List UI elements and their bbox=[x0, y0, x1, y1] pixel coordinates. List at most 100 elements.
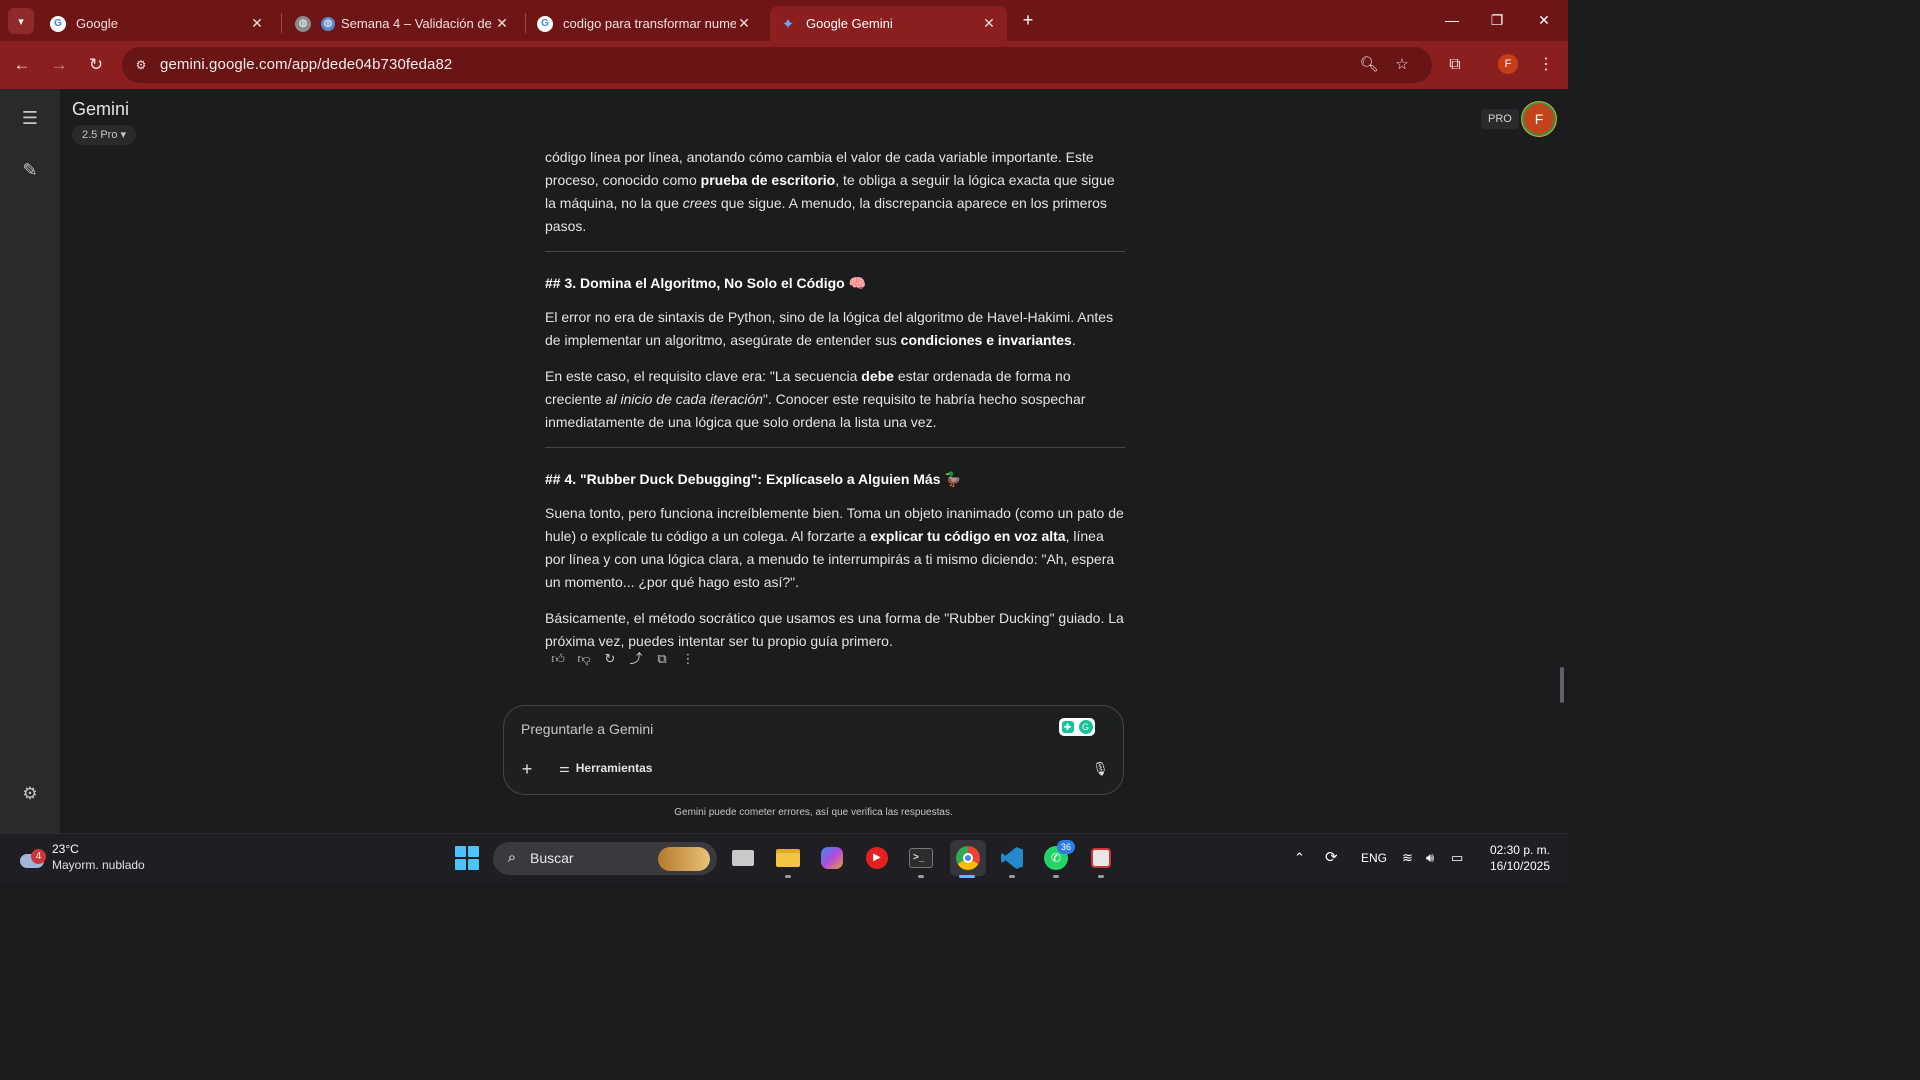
tab-search-button[interactable]: ▾ bbox=[8, 8, 34, 34]
tab-codigo[interactable]: G codigo para transformar numer ✕ bbox=[527, 6, 762, 41]
windows-start-icon[interactable] bbox=[455, 846, 479, 870]
new-tab-button[interactable]: + bbox=[1017, 9, 1039, 31]
avatar[interactable]: F bbox=[1524, 104, 1554, 134]
vscode-icon[interactable] bbox=[997, 843, 1027, 873]
weather-widget[interactable]: 4 bbox=[18, 844, 46, 870]
weather-temperature: 23°C bbox=[52, 842, 79, 856]
settings-icon[interactable]: ⚙ bbox=[17, 781, 43, 807]
close-icon[interactable]: ✕ bbox=[494, 15, 510, 32]
clock[interactable]: 02:30 p. m. 16/10/2025 bbox=[1470, 842, 1550, 874]
bold-text: prueba de escritorio bbox=[700, 172, 836, 188]
copilot-icon[interactable] bbox=[817, 843, 847, 873]
back-button[interactable]: ← bbox=[10, 53, 34, 77]
divider bbox=[545, 251, 1125, 252]
more-options-icon[interactable]: ⋮ bbox=[675, 650, 701, 668]
thumbs-down-icon[interactable]: 👎︎ bbox=[571, 650, 597, 668]
browser-menu-icon[interactable]: ⋮ bbox=[1534, 53, 1558, 77]
youtube-music-icon[interactable]: ▶ bbox=[862, 843, 892, 873]
prompt-composer[interactable]: Preguntarle a Gemini ✚ G + ⚌ Herramienta… bbox=[503, 705, 1124, 795]
grammarly-assist-icon: ✚ bbox=[1061, 721, 1074, 733]
running-indicator bbox=[1009, 875, 1015, 878]
battery-icon[interactable]: ▭ bbox=[1451, 850, 1463, 866]
close-icon[interactable]: ✕ bbox=[981, 15, 997, 32]
chevron-down-icon: ▾ bbox=[120, 129, 127, 141]
running-indicator bbox=[785, 875, 791, 878]
extensions-icon[interactable]: ⧉ bbox=[1443, 53, 1467, 77]
task-view-icon[interactable] bbox=[728, 843, 758, 873]
url-text[interactable]: gemini.google.com/app/dede04b730feda82 bbox=[160, 56, 452, 73]
chevron-up-icon[interactable]: ⌃ bbox=[1294, 850, 1305, 866]
tools-button[interactable]: ⚌ Herramientas bbox=[559, 761, 652, 775]
running-indicator bbox=[959, 875, 975, 878]
zoom-icon[interactable]: 🔍︎ bbox=[1359, 55, 1379, 75]
add-attachment-icon[interactable]: + bbox=[518, 760, 536, 778]
close-icon[interactable]: ✕ bbox=[736, 15, 752, 32]
browser-chrome: ▾ G Google ✕ ◍ ◍ Semana 4 – Validación d… bbox=[0, 0, 1568, 89]
running-indicator bbox=[1053, 875, 1059, 878]
running-indicator bbox=[918, 875, 924, 878]
globe-icon: ◍ bbox=[321, 16, 335, 31]
paragraph: En este caso, el requisito clave era: "L… bbox=[545, 365, 1125, 434]
new-chat-icon[interactable]: ✎ bbox=[17, 157, 43, 183]
snipping-tool-icon[interactable] bbox=[1086, 843, 1116, 873]
bold-text: debe bbox=[861, 368, 894, 384]
tab-google[interactable]: G Google ✕ bbox=[40, 6, 275, 41]
file-explorer-icon[interactable] bbox=[773, 843, 803, 873]
clock-time: 02:30 p. m. bbox=[1489, 843, 1550, 857]
search-icon: ⌕ bbox=[507, 849, 517, 866]
tab-title: Google bbox=[76, 16, 118, 31]
tools-icon: ⚌ bbox=[559, 761, 570, 775]
gemini-sparkle-icon: ✦ bbox=[781, 15, 795, 33]
menu-icon[interactable]: ☰ bbox=[17, 105, 43, 131]
tab-semana-4[interactable]: ◍ ◍ Semana 4 – Validación de P ✕ bbox=[285, 6, 520, 41]
profile-button[interactable]: F bbox=[1498, 54, 1518, 74]
language-indicator[interactable]: ENG bbox=[1361, 851, 1387, 865]
site-info-icon[interactable]: ⚙ bbox=[132, 56, 150, 74]
close-icon[interactable]: ✕ bbox=[249, 15, 265, 32]
tab-separator bbox=[525, 13, 526, 33]
volume-icon[interactable]: 🔊︎ bbox=[1426, 850, 1434, 866]
disclaimer-text: Gemini puede cometer errores, así que ve… bbox=[674, 807, 953, 818]
italic-text: crees bbox=[682, 195, 717, 211]
copy-icon[interactable]: ⧉ bbox=[649, 650, 675, 668]
response-content: código línea por línea, anotando cómo ca… bbox=[545, 146, 1125, 666]
chrome-icon[interactable] bbox=[950, 840, 986, 876]
address-bar[interactable]: ⚙ gemini.google.com/app/dede04b730feda82… bbox=[122, 47, 1432, 83]
grammarly-icon: G bbox=[1078, 720, 1093, 734]
paragraph: código línea por línea, anotando cómo ca… bbox=[545, 146, 1125, 238]
taskbar-search[interactable]: ⌕ Buscar bbox=[493, 842, 717, 875]
reload-button[interactable]: ↻ bbox=[84, 53, 108, 77]
share-icon[interactable]: ⤴ bbox=[623, 650, 649, 668]
model-label: 2.5 Pro bbox=[82, 129, 118, 141]
regenerate-icon[interactable]: ↻ bbox=[597, 650, 623, 668]
model-selector[interactable]: 2.5 Pro ▾ bbox=[72, 125, 137, 145]
microphone-icon[interactable]: 🎙︎ bbox=[1092, 761, 1109, 777]
app-title: Gemini bbox=[72, 99, 130, 119]
paragraph: Básicamente, el método socrático que usa… bbox=[545, 610, 1124, 649]
google-g-icon: G bbox=[50, 15, 66, 32]
forward-button[interactable]: → bbox=[47, 53, 71, 77]
grammarly-widget[interactable]: ✚ G bbox=[1059, 718, 1095, 736]
response-actions: 👍︎ 👎︎ ↻ ⤴ ⧉ ⋮ bbox=[545, 650, 701, 670]
tools-label: Herramientas bbox=[575, 761, 653, 775]
scrollbar-thumb[interactable] bbox=[1560, 667, 1564, 703]
google-g-icon: G bbox=[537, 15, 553, 32]
tab-google-gemini[interactable]: ✦ Google Gemini ✕ bbox=[770, 6, 1007, 41]
wifi-icon[interactable]: ≋ bbox=[1402, 850, 1413, 866]
terminal-icon[interactable]: >_ bbox=[906, 843, 936, 873]
restore-button[interactable]: ❐ bbox=[1482, 8, 1512, 32]
paragraph: El error no era de sintaxis de Python, s… bbox=[545, 306, 1125, 352]
whatsapp-badge: 36 bbox=[1057, 840, 1075, 854]
bold-text: condiciones e invariantes bbox=[900, 332, 1072, 348]
globe-icon: ◍ bbox=[295, 15, 311, 32]
close-window-button[interactable]: ✕ bbox=[1529, 8, 1559, 32]
text: En este caso, el requisito clave era: "L… bbox=[545, 368, 862, 384]
thumbs-up-icon[interactable]: 👍︎ bbox=[545, 650, 571, 668]
running-indicator bbox=[1098, 875, 1104, 878]
minimize-button[interactable]: — bbox=[1437, 8, 1467, 32]
search-label: Buscar bbox=[530, 850, 574, 866]
bookmark-star-icon[interactable]: ☆ bbox=[1392, 55, 1412, 75]
text: . bbox=[1071, 332, 1076, 348]
prompt-input[interactable]: Preguntarle a Gemini bbox=[521, 721, 653, 737]
sync-icon[interactable]: ⟳ bbox=[1325, 848, 1338, 866]
